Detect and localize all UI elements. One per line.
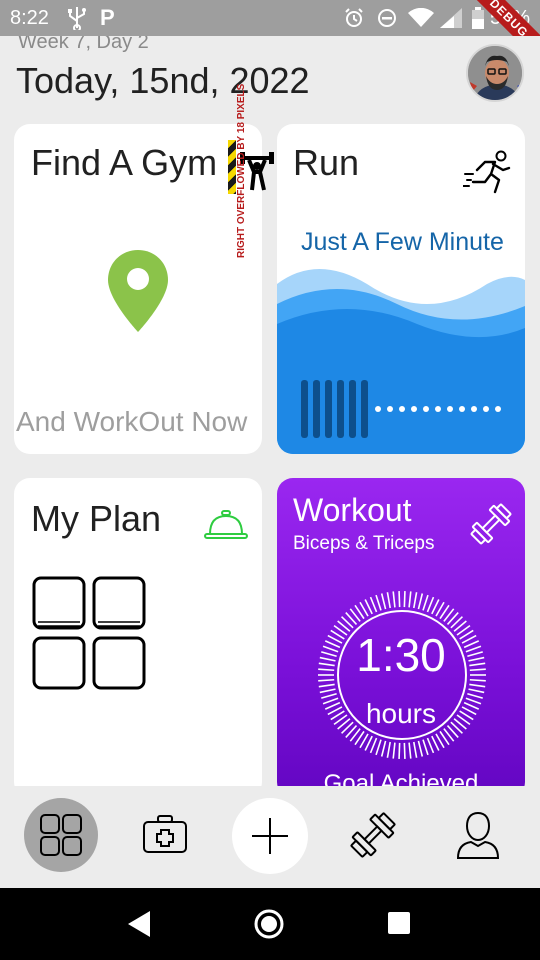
workout-time: 1:30 — [356, 629, 446, 681]
run-card[interactable]: Run Just A Few Minute — [277, 124, 525, 454]
dial-tick — [469, 683, 486, 688]
back-icon[interactable] — [126, 910, 152, 938]
gym-card-subtitle: And WorkOut Now — [16, 406, 248, 437]
first-aid-kit-icon[interactable] — [142, 814, 188, 854]
dial-tick — [408, 742, 412, 759]
overflow-warning: RIGHT OVERFLOWED BY 18 PIXELS — [236, 84, 406, 258]
dial-tick — [408, 591, 412, 608]
dial-tick — [380, 740, 387, 757]
run-wave-graphic — [277, 269, 525, 454]
dial-tick — [426, 737, 435, 754]
dial-tick — [413, 592, 418, 609]
overflow-stripe — [228, 140, 236, 194]
dial-tick — [375, 739, 382, 756]
my-plan-card[interactable]: My Plan — [14, 478, 262, 798]
avatar[interactable] — [466, 44, 524, 102]
app-notification-icon: P — [100, 5, 115, 30]
dial-tick — [369, 596, 378, 613]
find-gym-card[interactable]: Find A Gym And WorkOut Now — [14, 124, 262, 454]
week-label: Week 7, Day 2 — [18, 36, 149, 53]
dial-tick — [422, 739, 429, 756]
recent-apps-icon[interactable] — [388, 912, 410, 934]
usb-icon — [68, 7, 86, 30]
dial-tick — [417, 740, 424, 757]
dumbbell-icon — [470, 503, 512, 545]
workout-card-title: Workout — [293, 492, 412, 528]
workout-card[interactable]: Workout Biceps & Triceps 1:30 hours Goal… — [277, 478, 525, 798]
dial-tick — [468, 688, 485, 694]
dial-tick — [319, 688, 336, 694]
run-card-title: Run — [293, 142, 360, 183]
dial-tick — [403, 742, 406, 759]
dial-tick — [413, 741, 418, 758]
dial-tick — [392, 591, 396, 608]
plus-icon — [252, 818, 288, 854]
dial-tick — [426, 596, 435, 613]
dial-tick — [386, 592, 391, 609]
bottom-navigation — [0, 786, 540, 888]
wifi-icon — [408, 8, 434, 27]
battery-icon — [472, 7, 484, 29]
dial-tick — [392, 742, 396, 759]
dial-tick — [422, 594, 429, 611]
service-bell-icon — [204, 510, 248, 539]
add-button[interactable] — [232, 798, 308, 874]
dial-tick — [403, 591, 406, 608]
dial-tick — [398, 591, 401, 608]
dial-tick — [318, 683, 335, 688]
profile-icon[interactable] — [456, 810, 500, 860]
dial-tick — [375, 594, 382, 611]
runner-icon — [463, 150, 511, 194]
workout-card-subtitle: Biceps & Triceps — [293, 533, 435, 554]
date-title: Today, 15nd, 2022 — [16, 60, 310, 101]
dial-tick — [417, 593, 424, 610]
avatar-image — [468, 46, 522, 100]
dial-tick — [380, 593, 387, 610]
plan-card-title: My Plan — [31, 498, 162, 539]
dial-tick — [386, 741, 391, 758]
nav-dashboard-button[interactable] — [24, 798, 98, 872]
dial-tick — [398, 742, 401, 759]
dashboard-grid-icon — [40, 814, 82, 856]
dial-tick — [369, 737, 378, 754]
plan-grid-icon — [32, 576, 146, 690]
nav-dumbbell-icon[interactable] — [348, 810, 398, 860]
status-bar: 8:22 P 50% DEBUG — [0, 0, 540, 36]
signal-icon — [440, 8, 462, 28]
gym-card-title: Find A Gym — [31, 142, 218, 183]
workout-time-unit: hours — [365, 698, 437, 729]
system-navigation-bar — [0, 888, 540, 960]
location-pin-icon — [108, 250, 168, 332]
alarm-icon — [345, 8, 363, 27]
do-not-disturb-icon — [378, 9, 396, 27]
home-icon[interactable] — [253, 908, 285, 940]
status-time: 8:22 — [10, 7, 49, 29]
